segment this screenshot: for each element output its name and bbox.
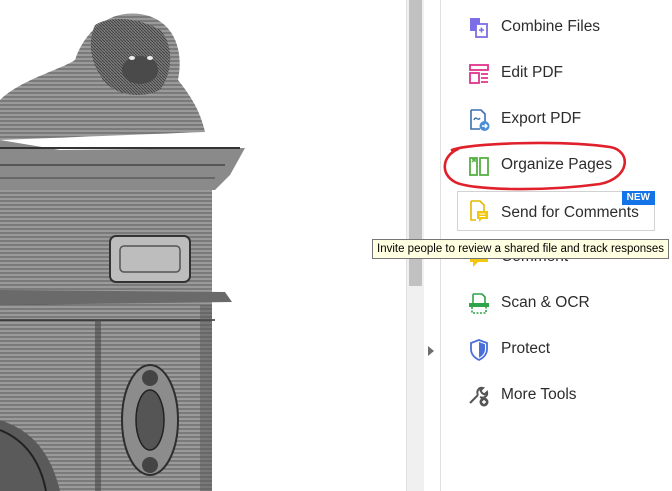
- protect-icon: [470, 339, 488, 362]
- tool-label: Edit PDF: [501, 64, 564, 81]
- document-engraving-image: [0, 13, 245, 491]
- edit-pdf-icon: [469, 64, 489, 84]
- tool-label: Send for Comments: [501, 204, 639, 221]
- tool-combine-files[interactable]: Combine Files: [441, 8, 672, 48]
- tool-organize-pages[interactable]: Organize Pages: [441, 146, 672, 186]
- tool-protect[interactable]: Protect: [441, 330, 672, 370]
- export-pdf-icon: [470, 109, 490, 131]
- combine-files-icon: [470, 18, 488, 38]
- send-for-comments-icon: [470, 200, 488, 222]
- new-badge: NEW: [621, 191, 655, 205]
- scan-ocr-icon: [469, 293, 489, 314]
- more-tools-icon: [469, 386, 489, 407]
- tool-more-tools[interactable]: More Tools: [441, 376, 672, 416]
- tool-label: Organize Pages: [501, 156, 613, 173]
- tool-label: Combine Files: [501, 18, 601, 35]
- tooltip: Invite people to review a shared file an…: [372, 239, 670, 259]
- organize-pages-icon: [469, 157, 489, 176]
- document-view[interactable]: [0, 0, 406, 491]
- tool-label: More Tools: [501, 386, 577, 403]
- tool-export-pdf[interactable]: Export PDF: [441, 100, 672, 140]
- tool-label: Protect: [501, 340, 551, 357]
- tool-label: Scan & OCR: [501, 294, 590, 311]
- tool-scan-ocr[interactable]: Scan & OCR: [441, 284, 672, 324]
- tool-label: Export PDF: [501, 110, 582, 127]
- tool-send-for-comments[interactable]: Send for Comments NEW: [457, 191, 655, 231]
- tool-edit-pdf[interactable]: Edit PDF: [441, 54, 672, 94]
- collapse-pane-arrow-icon[interactable]: [428, 346, 434, 356]
